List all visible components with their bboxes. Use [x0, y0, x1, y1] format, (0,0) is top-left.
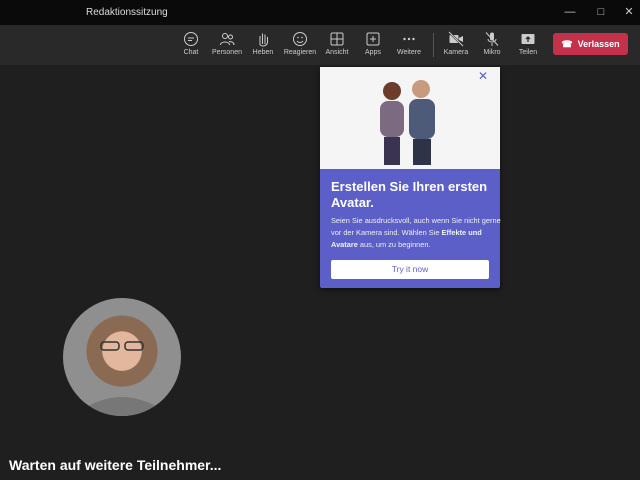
grid-icon — [330, 32, 344, 46]
apps-icon — [366, 32, 380, 46]
toolbar-label: Ansicht — [325, 49, 349, 56]
minimize-button[interactable]: — — [560, 4, 580, 20]
close-window-button[interactable]: ✕ — [619, 4, 639, 20]
try-it-now-button[interactable]: Try it now — [331, 260, 489, 279]
toolbar-label: Apps — [365, 49, 381, 56]
popup-body: Seien Sie ausdrucksvoll, auch wenn Sie n… — [331, 216, 501, 249]
toolbar-teilen-button[interactable]: Teilen — [508, 29, 548, 56]
toolbar-label: Personen — [212, 49, 242, 56]
window-title: Redaktionssitzung — [86, 7, 168, 18]
camera-off-icon — [448, 31, 464, 47]
toolbar-personen-button[interactable]: Personen — [207, 29, 247, 56]
close-popup-button[interactable]: ✕ — [478, 69, 488, 83]
toolbar-chat-button[interactable]: Chat — [171, 29, 211, 56]
maximize-button[interactable]: □ — [591, 4, 611, 20]
mic-off-icon — [485, 32, 499, 46]
toolbar-kamera-button[interactable]: Kamera — [436, 29, 476, 56]
toolbar-label: Weitere — [397, 49, 421, 56]
phone-hangup-icon: ☎ — [561, 38, 573, 49]
raise-hand-icon — [259, 33, 268, 47]
waiting-message: Warten auf weitere Teilnehmer... — [9, 457, 222, 473]
toolbar-label: Reagieren — [283, 49, 317, 56]
toolbar-label: Heben — [252, 49, 274, 56]
more-icon — [403, 37, 415, 41]
toolbar-ansicht-button[interactable]: Ansicht — [317, 29, 357, 56]
avatar-popup: ✕ Erstellen Sie Ihren ersten Avatar. Sei… — [320, 67, 501, 288]
leave-button[interactable]: ☎ Verlassen — [553, 33, 628, 55]
smile-icon — [293, 32, 307, 46]
participant-avatar — [63, 298, 181, 416]
toolbar-divider — [433, 33, 434, 57]
title-bar: Redaktionssitzung — □ ✕ — [0, 0, 640, 25]
toolbar-reagieren-button[interactable]: Reagieren — [280, 29, 320, 56]
share-icon — [521, 34, 535, 44]
toolbar-weitere-button[interactable]: Weitere — [389, 29, 429, 56]
toolbar-label: Kamera — [443, 49, 469, 56]
chat-icon — [184, 32, 198, 46]
popup-title: Erstellen Sie Ihren ersten Avatar. — [331, 179, 488, 210]
people-icon — [220, 33, 235, 46]
toolbar-apps-button[interactable]: Apps — [353, 29, 393, 56]
toolbar-mikro-button[interactable]: Mikro — [472, 29, 512, 56]
toolbar-label: Chat — [183, 49, 199, 56]
toolbar-label: Mikro — [483, 49, 501, 56]
toolbar-label: Teilen — [518, 49, 538, 56]
avatar-illustration: ✕ — [320, 67, 500, 169]
toolbar-heben-button[interactable]: Heben — [243, 29, 283, 56]
